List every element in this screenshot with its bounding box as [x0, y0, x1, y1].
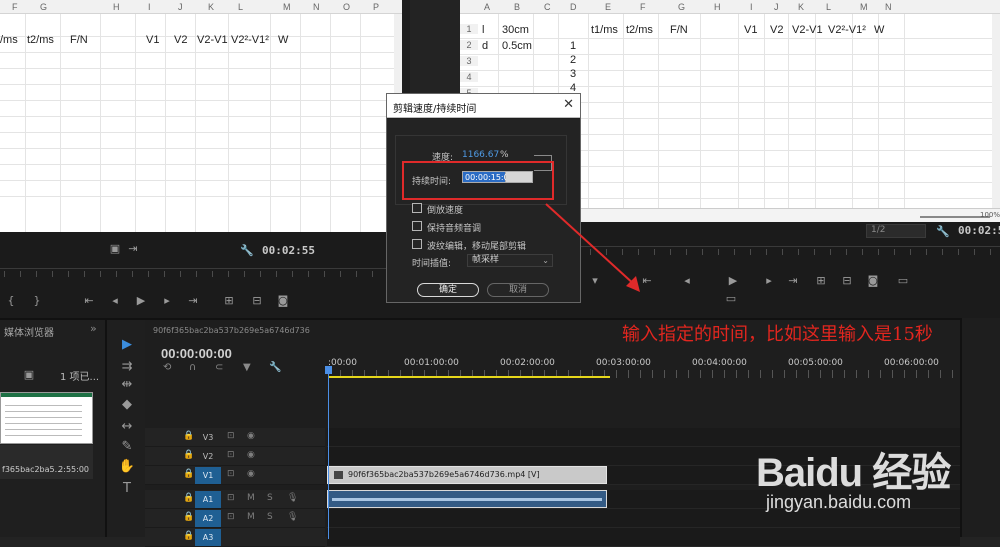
baidu-watermark-logo: Baidu 经验	[756, 451, 951, 495]
baidu-watermark-url: jingyan.baidu.com	[766, 492, 912, 512]
annotation-text: 输入指定的时间，比如这里输入是15秒	[622, 324, 933, 345]
